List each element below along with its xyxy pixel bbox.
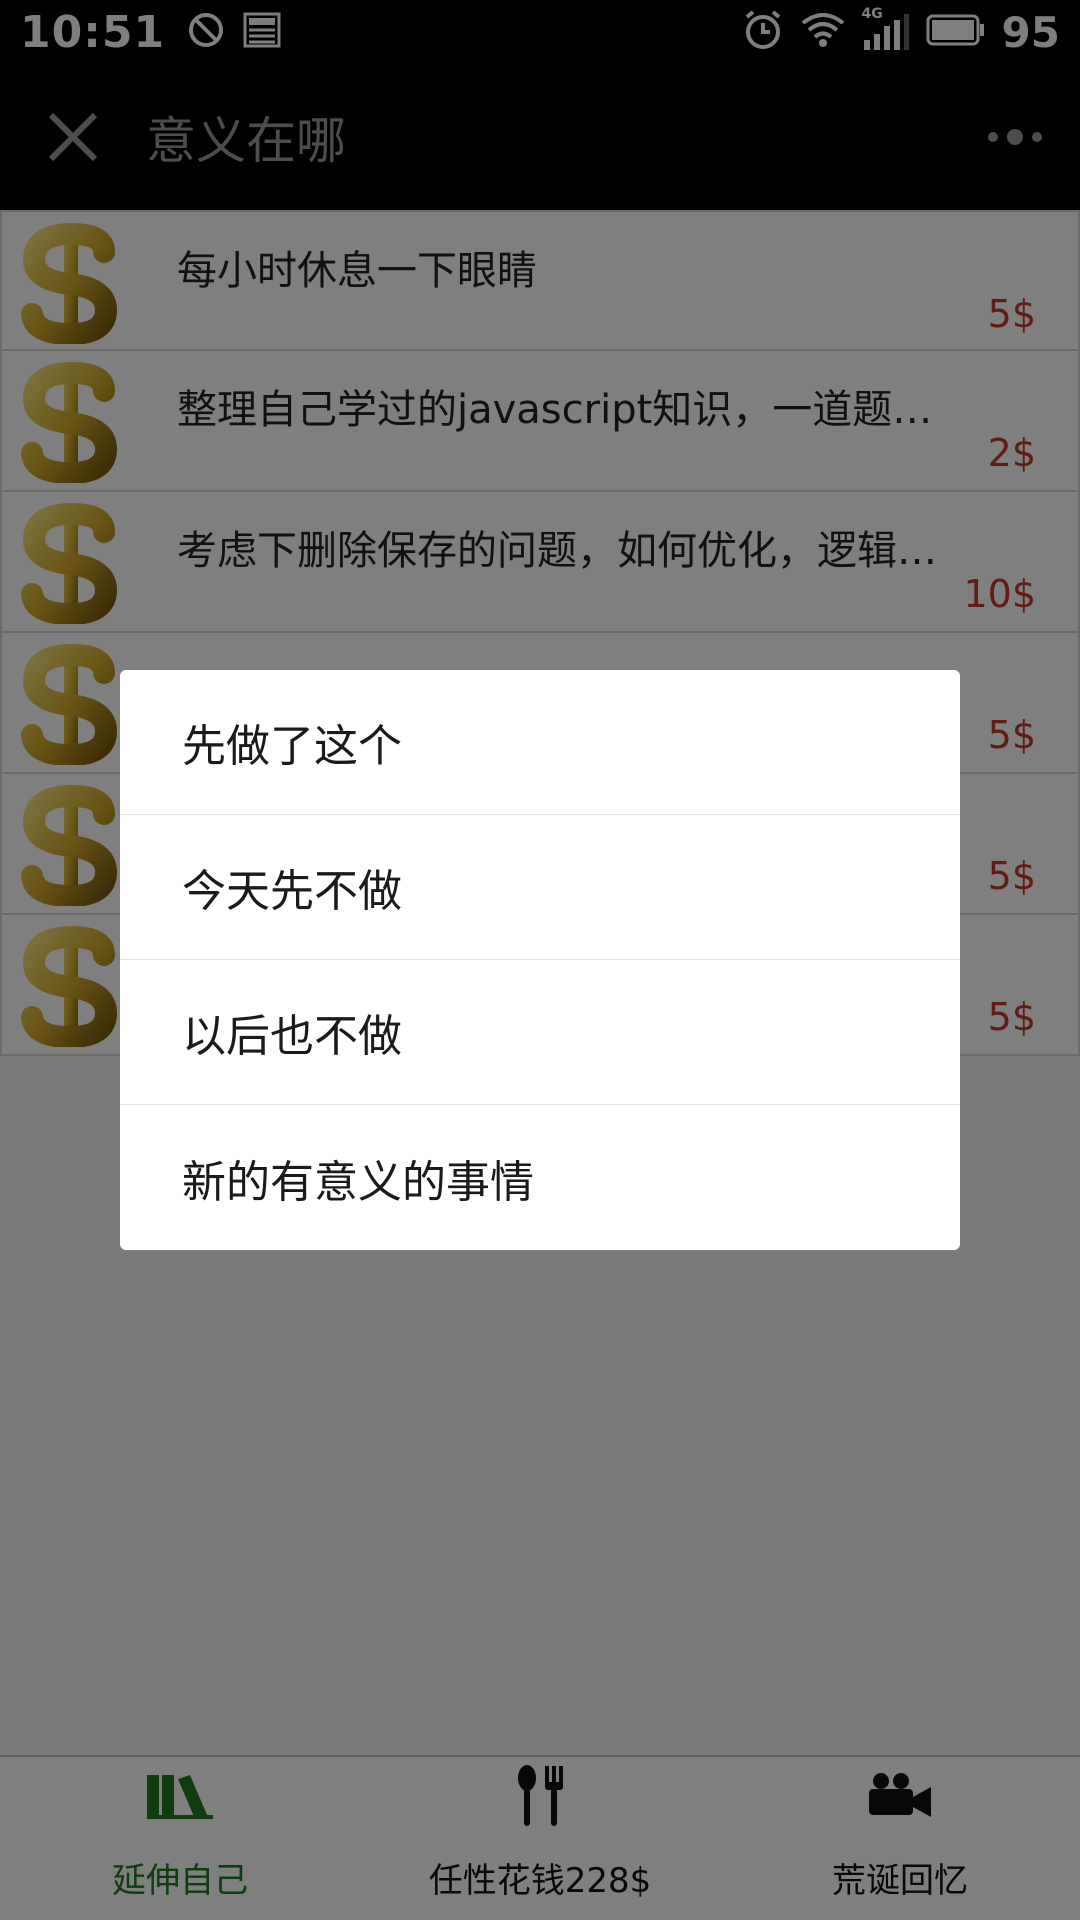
action-dialog: 先做了这个 今天先不做 以后也不做 新的有意义的事情 — [120, 670, 960, 1250]
app-screen: 10:51 4G 95 — [0, 0, 1080, 1920]
option-new-meaningful-thing[interactable]: 新的有意义的事情 — [120, 1105, 960, 1250]
option-do-this-first[interactable]: 先做了这个 — [120, 670, 960, 815]
option-skip-today[interactable]: 今天先不做 — [120, 815, 960, 960]
option-never-do[interactable]: 以后也不做 — [120, 960, 960, 1105]
